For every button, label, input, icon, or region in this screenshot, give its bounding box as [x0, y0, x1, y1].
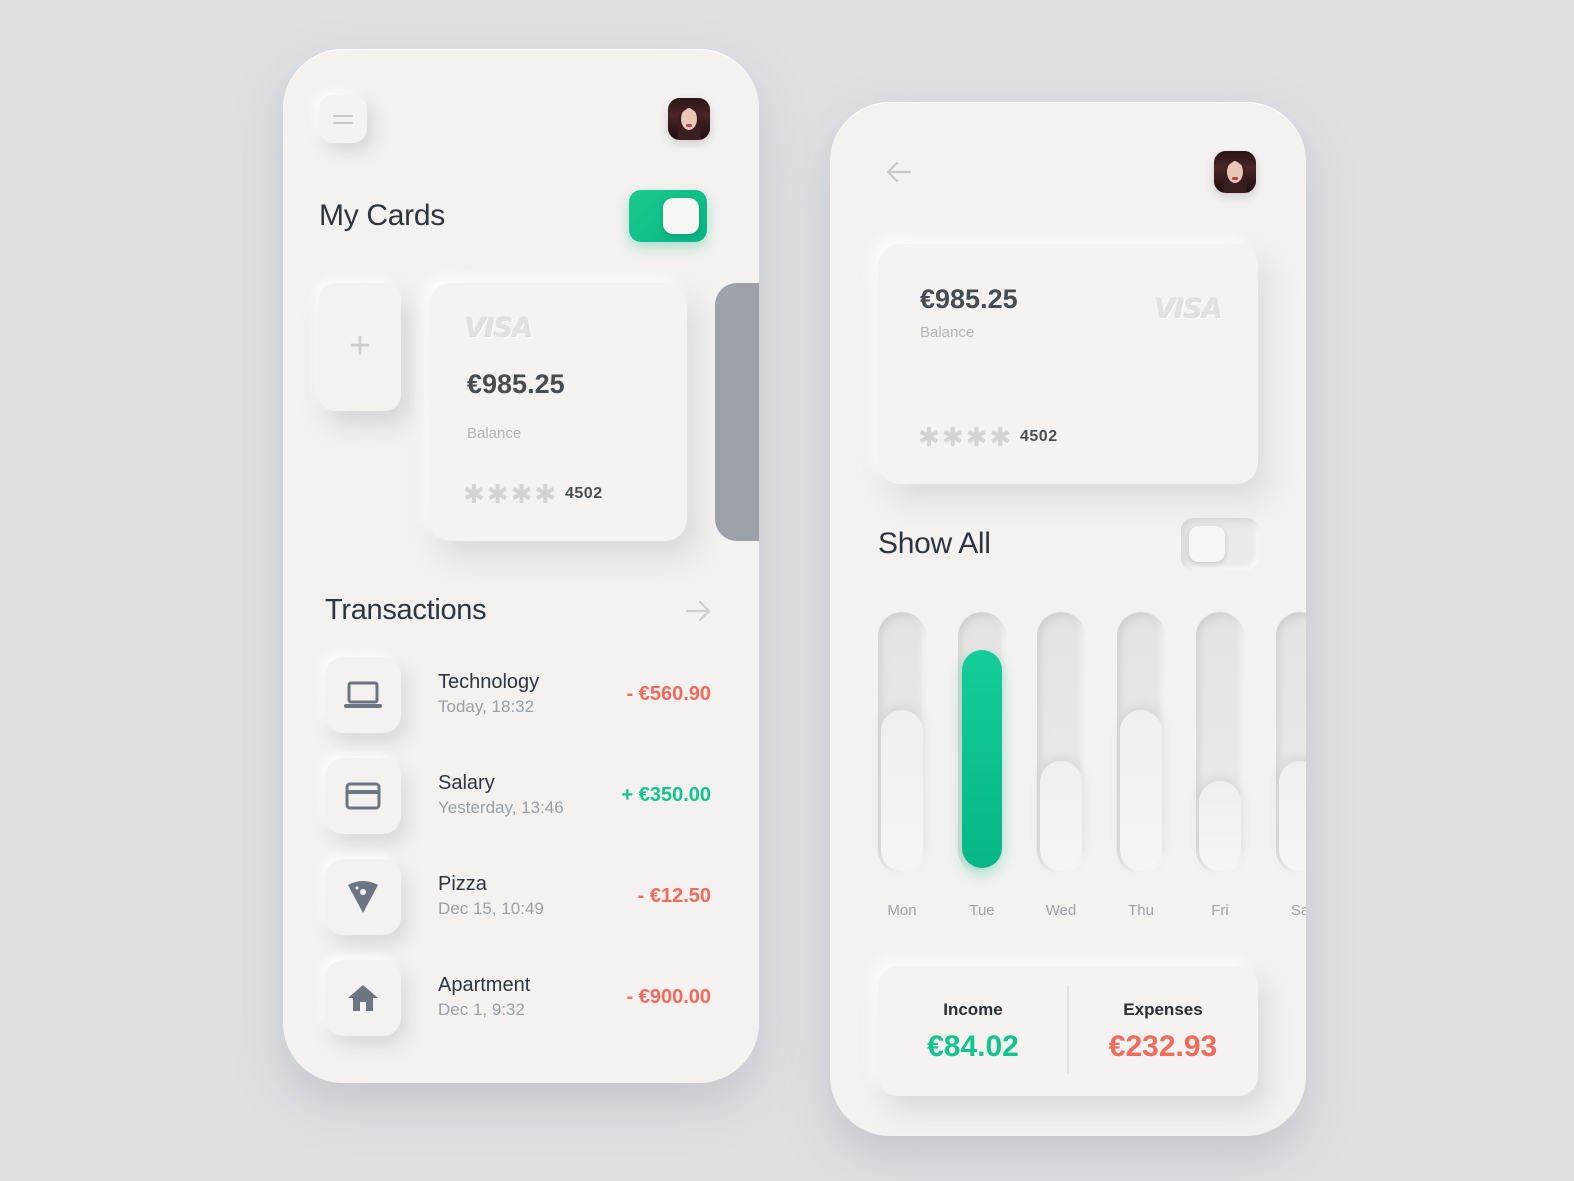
transaction-name: Apartment: [438, 974, 531, 996]
income-value: €84.02: [927, 1030, 1019, 1063]
day-bar-mon[interactable]: [878, 612, 926, 874]
transaction-amount: + €350.00: [621, 784, 711, 806]
transaction-row[interactable]: Pizza Dec 15, 10:49 - €12.50: [325, 859, 721, 937]
income-label: Income: [943, 1000, 1003, 1019]
visa-logo: VISA: [1154, 294, 1223, 325]
day-bar-tue[interactable]: [958, 612, 1006, 874]
day-bar-sa[interactable]: [1276, 612, 1306, 874]
transaction-amount: - €900.00: [626, 986, 711, 1008]
card-detail-screen: €985.25 Balance VISA ✱✱✱✱ 4502 Show All …: [830, 102, 1306, 1136]
home-icon: [325, 960, 401, 1036]
transaction-name: Technology: [438, 671, 540, 693]
avatar[interactable]: [1214, 151, 1256, 193]
card-number-mask: ✱✱✱✱: [463, 479, 559, 509]
credit-card[interactable]: VISA €985.25 Balance ✱✱✱✱ 4502: [429, 283, 687, 541]
card-balance-label: Balance: [467, 425, 522, 442]
card-last-digits: 4502: [1020, 428, 1058, 445]
avatar[interactable]: [668, 98, 710, 140]
toggle-knob: [1189, 526, 1225, 562]
day-label: Thu: [1128, 902, 1154, 919]
day-bar-fill: [962, 650, 1002, 868]
plus-icon: +: [348, 325, 372, 367]
card-balance-amount: €985.25: [467, 369, 565, 399]
laptop-icon: [325, 657, 401, 733]
day-bar-fill: [1120, 710, 1162, 871]
transaction-amount: - €12.50: [637, 885, 711, 907]
day-bar-fill: [1279, 761, 1306, 871]
day-label: Wed: [1045, 902, 1077, 919]
expenses-label: Expenses: [1123, 1000, 1203, 1019]
add-card-button[interactable]: +: [319, 283, 401, 411]
transaction-row[interactable]: Technology Today, 18:32 - €560.90: [325, 657, 721, 735]
credit-card-icon: [325, 758, 401, 834]
transaction-date: Yesterday, 13:46: [438, 798, 564, 817]
visa-logo: VISA: [465, 313, 533, 344]
day-label: Fri: [1211, 902, 1229, 919]
income-expenses-summary: Income €84.02 Expenses €232.93: [878, 966, 1258, 1096]
transaction-date: Today, 18:32: [438, 697, 535, 716]
my-cards-screen: My Cards + VISA €985.25 Balance ✱✱✱✱ 450…: [283, 49, 759, 1083]
transaction-name: Salary: [438, 772, 495, 794]
menu-icon-line-bottom: [333, 122, 353, 124]
show-all-toggle[interactable]: [1181, 518, 1259, 570]
transaction-row[interactable]: Apartment Dec 1, 9:32 - €900.00: [325, 960, 721, 1038]
day-label: Mon: [887, 902, 917, 919]
expenses-value: €232.93: [1108, 1030, 1218, 1063]
back-arrow-icon[interactable]: [884, 160, 912, 184]
day-label: Tue: [969, 902, 995, 919]
transaction-date: Dec 1, 9:32: [438, 1000, 525, 1019]
card-balance-label: Balance: [920, 324, 975, 341]
day-bar-fill: [1040, 761, 1082, 871]
day-bar-wed[interactable]: [1037, 612, 1085, 874]
day-bar-thu[interactable]: [1117, 612, 1165, 874]
pizza-icon: [325, 859, 401, 935]
card-last-digits: 4502: [565, 485, 603, 502]
toggle-knob: [663, 198, 699, 234]
day-bar-fill: [1199, 781, 1241, 871]
menu-icon-line-top: [333, 115, 353, 117]
transaction-row[interactable]: Salary Yesterday, 13:46 + €350.00: [325, 758, 721, 836]
transaction-name: Pizza: [438, 873, 487, 895]
credit-card[interactable]: €985.25 Balance VISA ✱✱✱✱ 4502: [878, 244, 1258, 484]
day-bar-fri[interactable]: [1196, 612, 1244, 874]
card-number-mask: ✱✱✱✱: [918, 422, 1014, 452]
menu-button[interactable]: [319, 95, 367, 143]
card-balance-amount: €985.25: [920, 284, 1018, 314]
day-bar-fill: [881, 710, 923, 871]
transaction-date: Dec 15, 10:49: [438, 899, 544, 918]
cards-toggle[interactable]: [629, 190, 707, 242]
day-label: Sa: [1290, 902, 1306, 919]
page-title: My Cards: [319, 199, 445, 232]
show-all-label: Show All: [878, 527, 991, 560]
arrow-right-icon[interactable]: [685, 599, 713, 623]
transactions-title: Transactions: [325, 594, 487, 626]
next-card-preview[interactable]: [715, 283, 759, 541]
transaction-amount: - €560.90: [626, 683, 711, 705]
